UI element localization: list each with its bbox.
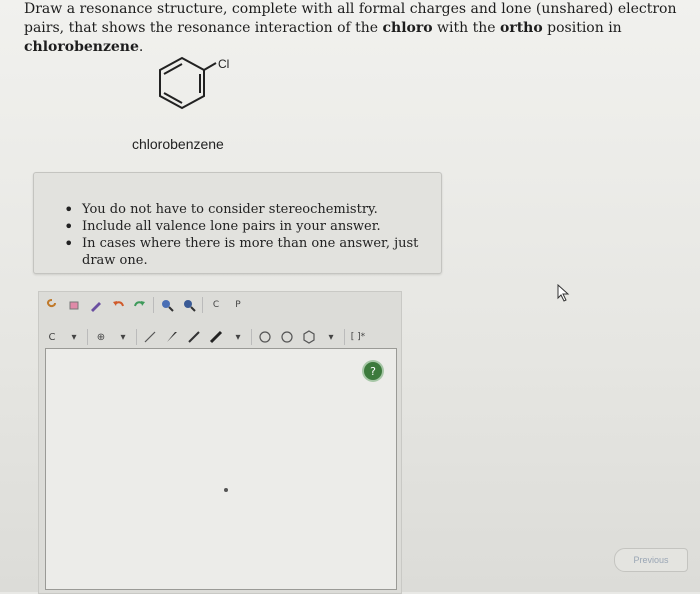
toolbar-separator (344, 329, 345, 345)
toolbar-row-1: C P (43, 294, 247, 316)
question-text: Draw a resonance structure, complete wit… (24, 0, 690, 57)
canvas-dot (224, 488, 228, 492)
help-icon[interactable]: ? (364, 362, 382, 380)
bracket-label: [ ]* (350, 332, 366, 342)
hexagon-icon[interactable] (300, 328, 318, 346)
chlorobenzene-structure: Cl (159, 56, 229, 110)
chevron-down-icon[interactable]: ▾ (322, 328, 340, 346)
toolbar-separator (202, 297, 203, 313)
toolbar-separator (87, 329, 88, 345)
ring-icon[interactable] (278, 328, 296, 346)
hint-item: You do not have to consider stereochemis… (64, 201, 441, 218)
previous-button[interactable]: Previous (614, 548, 688, 572)
triple-bond-icon[interactable] (207, 328, 225, 346)
lasso-icon[interactable] (43, 296, 61, 314)
toolbar-separator (153, 297, 154, 313)
single-bond-icon[interactable] (141, 328, 159, 346)
question-bold-ortho: ortho (500, 20, 543, 36)
p-tool-label: P (235, 300, 241, 310)
toolbar-separator (136, 329, 137, 345)
atom-select[interactable]: C (43, 328, 61, 346)
question-part: position in (542, 20, 622, 36)
previous-label: Previous (633, 555, 669, 565)
charge-icon[interactable]: ⊕ (92, 328, 110, 346)
undo-icon[interactable] (109, 296, 127, 314)
eraser-icon[interactable] (65, 296, 83, 314)
chevron-down-icon[interactable]: ▾ (229, 328, 247, 346)
pencil-icon[interactable] (87, 296, 105, 314)
question-part: with the (432, 20, 500, 36)
c-tool-label: C (212, 300, 220, 310)
hints-box: You do not have to consider stereochemis… (33, 172, 442, 274)
chevron-down-icon[interactable]: ▾ (114, 328, 132, 346)
ring-icon[interactable] (256, 328, 274, 346)
chlorine-label: Cl (218, 57, 229, 71)
wedge-bond-icon[interactable] (163, 328, 181, 346)
atom-label: C (48, 331, 56, 343)
redo-icon[interactable] (131, 296, 149, 314)
drawing-canvas[interactable] (45, 348, 397, 590)
hint-item: In cases where there is more than one an… (64, 235, 441, 269)
bracket-tool[interactable]: [ ]* (349, 328, 367, 346)
question-bold-chloro: chloro (382, 20, 433, 36)
help-label: ? (370, 364, 376, 378)
drawing-editor: C P C ▾ ⊕ ▾ ▾ ▾ []* (38, 291, 402, 594)
p-tool-button[interactable]: P (229, 296, 247, 314)
hint-item: Include all valence lone pairs in your a… (64, 218, 441, 235)
toolbar-separator (251, 329, 252, 345)
toolbar-row-2: C ▾ ⊕ ▾ ▾ ▾ []* (43, 326, 367, 348)
zoom-out-icon[interactable] (180, 296, 198, 314)
mouse-cursor-icon (557, 284, 570, 302)
page: Draw a resonance structure, complete wit… (0, 0, 700, 594)
molecule-name: chlorobenzene (132, 136, 224, 152)
hints-list: You do not have to consider stereochemis… (64, 201, 441, 269)
c-tool-button[interactable]: C (207, 296, 225, 314)
chevron-down-icon[interactable]: ▾ (65, 328, 83, 346)
question-bold-chlorobenzene: chlorobenzene (24, 39, 139, 55)
double-bond-icon[interactable] (185, 328, 203, 346)
zoom-in-icon[interactable] (158, 296, 176, 314)
